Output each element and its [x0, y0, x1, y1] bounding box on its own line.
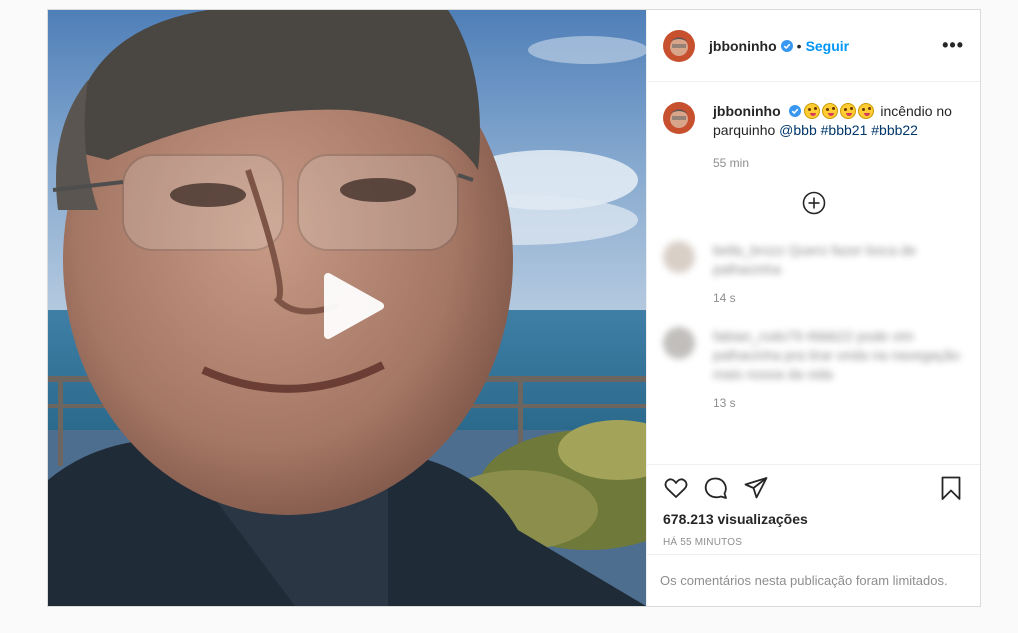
more-options-icon[interactable]: ••• [942, 35, 964, 56]
post-timestamp[interactable]: HÁ 55 MINUTOS [663, 537, 964, 548]
save-icon[interactable] [938, 475, 964, 501]
author-username[interactable]: jbboninho [709, 38, 777, 54]
caption-mention[interactable]: @bbb [779, 122, 817, 138]
view-count[interactable]: 678.213 visualizações [663, 511, 964, 527]
comment-item: bella_brozz Quero fazer boca de palhacin… [663, 241, 964, 279]
caption-username[interactable]: jbboninho [713, 103, 781, 119]
caption-avatar[interactable] [663, 102, 695, 134]
caption-hashtag[interactable]: #bbb22 [871, 122, 918, 138]
post-sidebar: jbboninho • Seguir ••• jbboninho incêndi… [646, 10, 980, 606]
post-card: jbboninho • Seguir ••• jbboninho incêndi… [47, 9, 981, 607]
zany-face-emoji [822, 103, 839, 119]
verified-icon [788, 105, 801, 117]
caption: jbboninho incêndio no parquinho @bbb #bb… [663, 102, 964, 173]
video-player[interactable] [48, 10, 646, 606]
post-actions: 678.213 visualizações HÁ 55 MINUTOS [647, 464, 980, 554]
comment-time: 14 s [713, 291, 736, 305]
caption-time: 55 min [713, 156, 750, 170]
comment-text: fabian_rodo79 #bbb22 pode vim palhacinha… [713, 328, 960, 382]
commenter-avatar[interactable] [663, 241, 695, 273]
commenter-avatar[interactable] [663, 327, 695, 359]
post-header: jbboninho • Seguir ••• [647, 10, 980, 82]
separator-dot: • [796, 37, 802, 54]
follow-button[interactable]: Seguir [806, 38, 850, 54]
caption-text: jbboninho incêndio no parquinho @bbb #bb… [713, 102, 963, 173]
share-icon[interactable] [743, 475, 769, 501]
caption-hashtag[interactable]: #bbb21 [821, 122, 868, 138]
add-comment-icon[interactable] [802, 191, 826, 215]
zany-face-emoji [840, 103, 857, 119]
comment-time: 13 s [713, 396, 736, 410]
verified-icon [780, 39, 793, 52]
author-avatar[interactable] [663, 29, 695, 62]
comment-item: fabian_rodo79 #bbb22 pode vim palhacinha… [663, 327, 964, 384]
comments-limited-notice: Os comentários nesta publicação foram li… [647, 554, 980, 606]
comment-icon[interactable] [703, 475, 729, 501]
zany-face-emoji [858, 103, 875, 119]
action-icons [663, 475, 964, 501]
comments-section: jbboninho incêndio no parquinho @bbb #bb… [647, 82, 980, 464]
zany-face-emoji [804, 103, 821, 119]
comment-text: bella_brozz Quero fazer boca de palhacin… [713, 242, 917, 277]
heart-icon[interactable] [663, 475, 689, 501]
play-icon[interactable] [318, 273, 384, 339]
